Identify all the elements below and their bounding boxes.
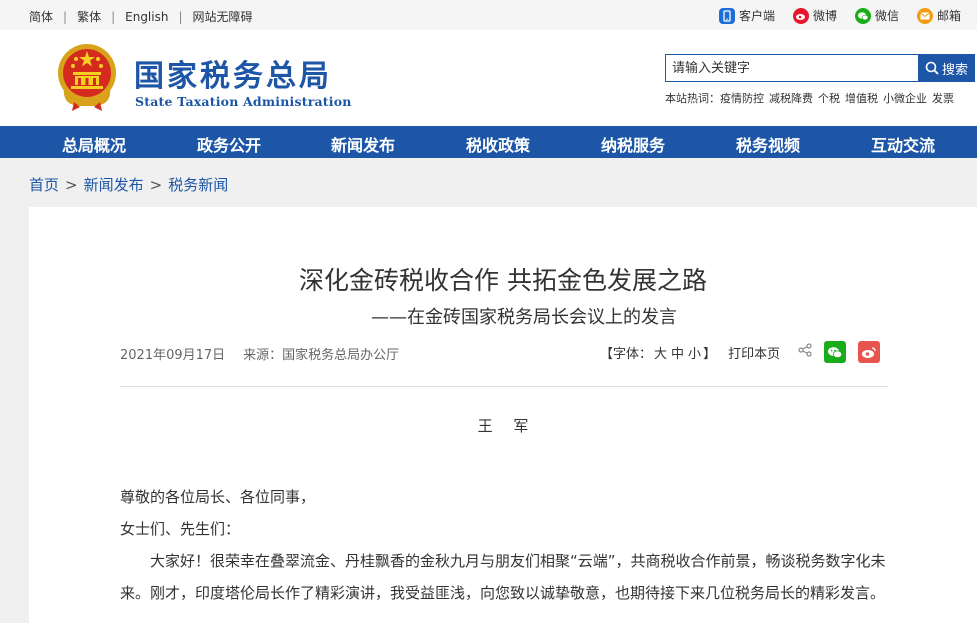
font-size-label: 【字体： <box>600 346 653 362</box>
nav-item-overview[interactable]: 总局概况 <box>62 132 126 156</box>
weibo-label: 微博 <box>812 9 837 23</box>
meta-divider <box>120 386 888 387</box>
separator: | <box>178 9 183 24</box>
article-body: 尊敬的各位局长、各位同事， 女士们、先生们： 大家好！很荣幸在叠翠流金、丹桂飘香… <box>120 481 900 609</box>
hot-word-link[interactable]: 减税降费 <box>769 92 813 105</box>
share-weibo-icon[interactable] <box>858 341 881 363</box>
font-size-small[interactable]: 小 <box>688 343 701 362</box>
hot-word-link[interactable]: 疫情防控 <box>720 92 764 105</box>
font-size-close: 】 <box>703 346 717 362</box>
client-app-link[interactable]: 客户端 <box>718 7 775 24</box>
nav-item-news[interactable]: 新闻发布 <box>331 132 395 156</box>
font-size-large[interactable]: 大 <box>654 343 667 362</box>
article-subtitle: ——在金砖国家税务局长会议上的发言 <box>371 307 677 328</box>
article-tools: 【字体： 大 中 小 】 打印本页 <box>600 341 881 363</box>
share-icon[interactable] <box>798 343 812 361</box>
top-utility-bar: 简体 | 繁体 | English | 网站无障碍 客户端 微博 微信 邮箱 <box>0 0 977 30</box>
search-bar: 搜索 <box>665 54 975 82</box>
search-button-label: 搜索 <box>941 62 968 78</box>
logo-chinese-title[interactable]: 国家税务总局 <box>134 51 332 95</box>
mail-label: 邮箱 <box>936 9 961 23</box>
main-nav: 总局概况 政务公开 新闻发布 税收政策 纳税服务 税务视频 互动交流 <box>0 126 977 158</box>
share-wechat-icon[interactable] <box>824 341 847 363</box>
search-icon <box>925 61 939 75</box>
client-app-label: 客户端 <box>738 9 775 23</box>
article-card: 深化金砖税收合作 共拓金色发展之路 ——在金砖国家税务局长会议上的发言 2021… <box>29 207 977 623</box>
breadcrumb-home[interactable]: 首页 <box>29 176 59 194</box>
nav-item-interaction[interactable]: 互动交流 <box>871 132 935 156</box>
logo-english-title[interactable]: State Taxation Administration <box>135 94 352 109</box>
hot-word-link[interactable]: 增值税 <box>845 92 878 105</box>
lang-simplified-link[interactable]: 简体 <box>29 8 53 25</box>
article-meta: 2021年09月17日 来源：国家税务总局办公厅 <box>120 344 399 363</box>
weibo-link[interactable]: 微博 <box>792 7 837 24</box>
mail-link[interactable]: 邮箱 <box>916 7 961 24</box>
breadcrumb-separator: > <box>65 176 78 194</box>
site-header: 国家税务总局 State Taxation Administration 搜索 … <box>0 30 977 126</box>
body-paragraph: 女士们、先生们： <box>120 520 241 538</box>
body-paragraph: 大家好！很荣幸在叠翠流金、丹桂飘香的金秋九月与朋友们相聚“云端”，共商税收合作前… <box>120 552 886 602</box>
mobile-client-icon <box>718 7 735 24</box>
wechat-link[interactable]: 微信 <box>854 7 899 24</box>
nav-item-tax-video[interactable]: 税务视频 <box>736 132 800 156</box>
lang-traditional-link[interactable]: 繁体 <box>77 8 101 25</box>
font-size-medium[interactable]: 中 <box>671 343 684 362</box>
breadcrumb: 首页 > 新闻发布 > 税务新闻 <box>29 174 228 195</box>
breadcrumb-tax-news[interactable]: 税务新闻 <box>168 176 228 194</box>
nav-item-tax-policy[interactable]: 税收政策 <box>466 132 530 156</box>
breadcrumb-separator: > <box>149 176 163 194</box>
body-paragraph: 尊敬的各位局长、各位同事， <box>120 488 316 506</box>
breadcrumb-news[interactable]: 新闻发布 <box>84 176 144 194</box>
search-input[interactable] <box>665 54 919 82</box>
hot-words-label: 本站热词： <box>665 92 720 105</box>
language-links: 简体 | 繁体 | English | 网站无障碍 <box>29 8 253 25</box>
wechat-icon <box>854 7 871 24</box>
separator: | <box>111 9 116 24</box>
mail-icon <box>916 7 933 24</box>
article-title: 深化金砖税收合作 共拓金色发展之路 <box>299 266 707 295</box>
article-source: 来源：国家税务总局办公厅 <box>243 348 400 363</box>
weibo-icon <box>792 7 809 24</box>
hot-word-link[interactable]: 发票 <box>932 92 954 105</box>
search-button[interactable]: 搜索 <box>918 54 975 82</box>
print-page-button[interactable]: 打印本页 <box>728 343 780 362</box>
social-links: 客户端 微博 微信 邮箱 <box>701 7 961 24</box>
article-author: 王 军 <box>477 417 537 435</box>
hot-word-link[interactable]: 小微企业 <box>883 92 927 105</box>
nav-item-taxpayer-service[interactable]: 纳税服务 <box>601 132 665 156</box>
lang-english-link[interactable]: English <box>125 10 168 24</box>
hot-word-link[interactable]: 个税 <box>818 92 840 105</box>
hot-words: 本站热词：疫情防控 减税降费 个税 增值税 小微企业 发票 <box>665 90 954 106</box>
article-date: 2021年09月17日 <box>120 348 226 363</box>
accessibility-link[interactable]: 网站无障碍 <box>193 8 253 25</box>
wechat-label: 微信 <box>874 9 899 23</box>
national-emblem-icon[interactable] <box>56 42 118 112</box>
nav-item-government-affairs[interactable]: 政务公开 <box>197 132 261 156</box>
separator: | <box>63 9 68 24</box>
